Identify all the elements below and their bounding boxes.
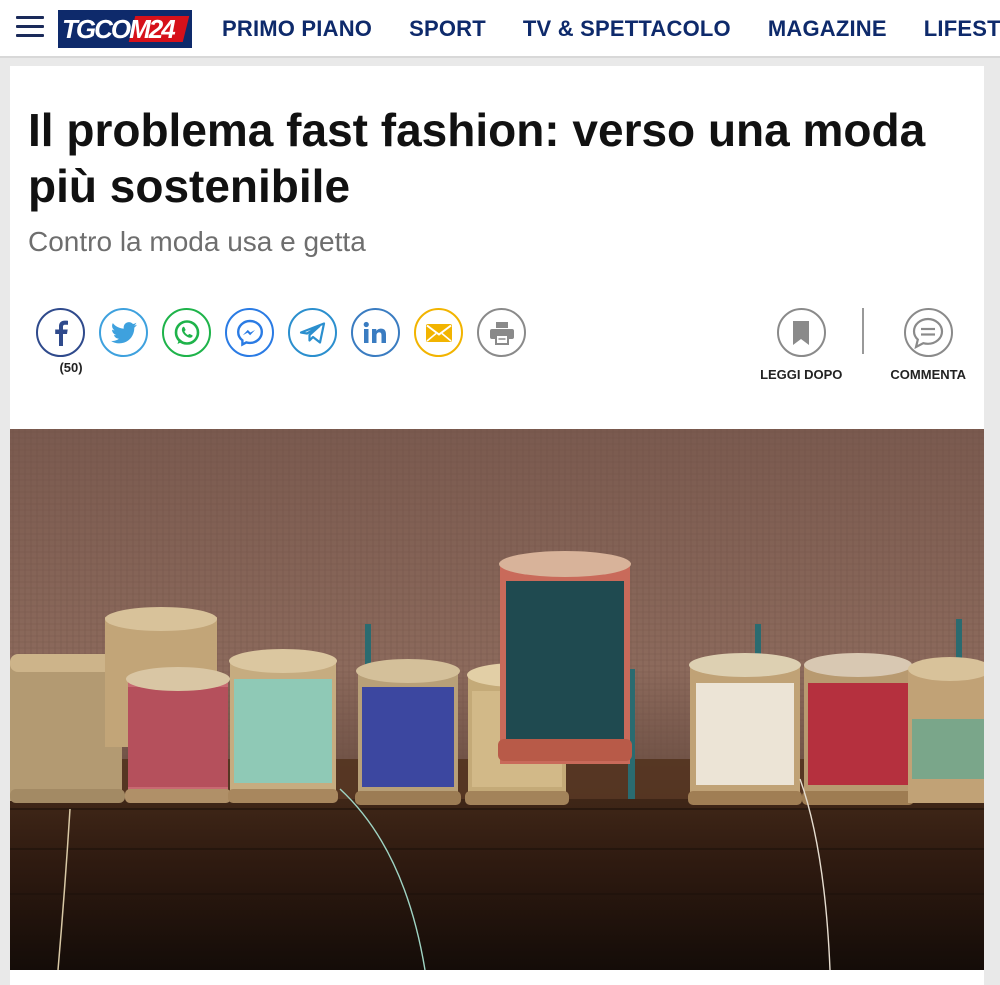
telegram-share-button[interactable] [288,308,337,357]
article-actions: LEGGI DOPO COMMENTA [760,308,966,382]
read-later-button[interactable]: LEGGI DOPO [760,308,842,382]
comment-label: COMMENTA [890,367,966,382]
nav-item-sport[interactable]: SPORT [409,16,486,42]
nav-item-primo-piano[interactable]: PRIMO PIANO [222,16,372,42]
telegram-icon [299,321,325,344]
twitter-share-button[interactable] [99,308,148,357]
print-button[interactable] [477,308,526,357]
article-subtitle: Contro la moda usa e getta [28,226,366,257]
email-share-button[interactable] [414,308,463,357]
facebook-icon [54,320,68,346]
facebook-share-count: (50) [59,360,83,375]
menu-icon[interactable] [16,16,44,40]
print-icon [489,321,514,345]
top-navigation-bar: TGCOM24 PRIMO PIANO SPORT TV & SPETTACOL… [0,0,1000,58]
main-nav: PRIMO PIANO SPORT TV & SPETTACOLO MAGAZI… [222,0,1000,56]
article-hero-image [10,429,984,970]
linkedin-share-button[interactable] [351,308,400,357]
logo-text: TGCOM24 [62,13,176,44]
nav-item-tv-spettacolo[interactable]: TV & SPETTACOLO [523,16,731,42]
site-logo[interactable]: TGCOM24 [58,10,192,48]
messenger-icon [236,319,263,347]
actions-divider [862,308,865,354]
nav-item-magazine[interactable]: MAGAZINE [768,16,887,42]
share-bar [36,308,540,357]
messenger-share-button[interactable] [225,308,274,357]
twitter-icon [110,321,137,343]
whatsapp-icon [174,319,199,345]
facebook-share-button[interactable] [36,308,85,357]
email-icon [425,323,452,342]
bookmark-icon [793,320,810,345]
comment-button[interactable]: COMMENTA [890,308,966,382]
comment-icon [913,317,944,349]
thread-spools-photo [10,429,984,970]
read-later-label: LEGGI DOPO [760,367,843,382]
article-title: Il problema fast fashion: verso una moda… [28,104,926,212]
linkedin-icon [363,321,386,343]
nav-item-lifestyle[interactable]: LIFESTYLE [924,16,1000,42]
whatsapp-share-button[interactable] [162,308,211,357]
article-card: Il problema fast fashion: verso una moda… [10,66,984,985]
